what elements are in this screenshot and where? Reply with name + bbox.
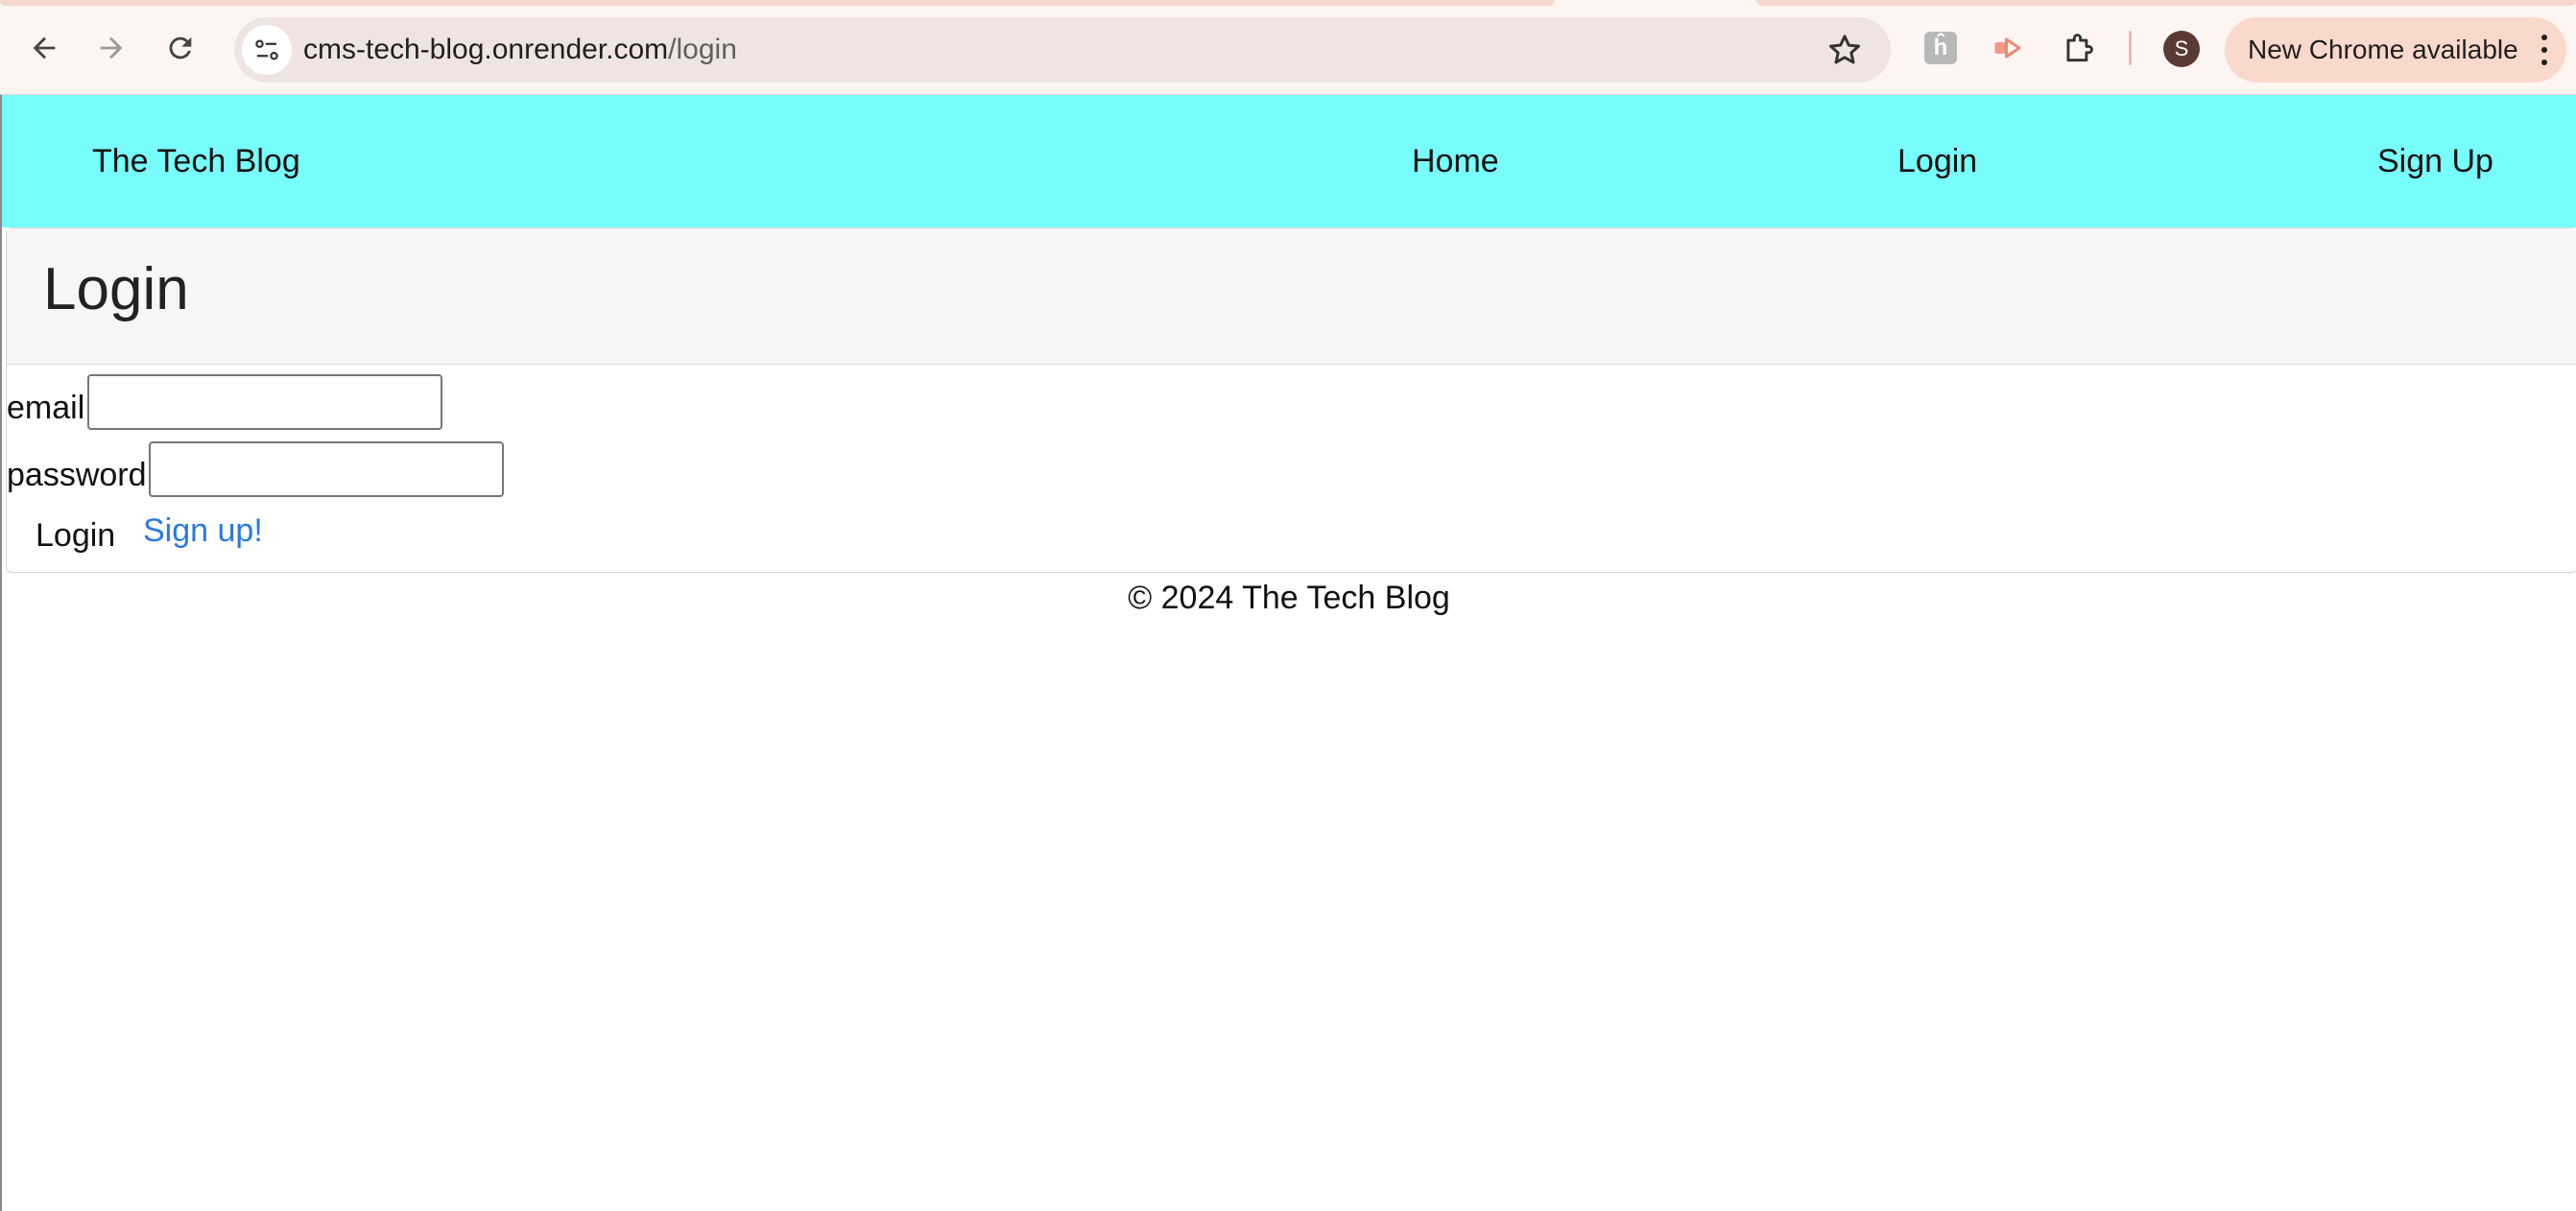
- login-card-header: Login: [7, 228, 2576, 365]
- back-button[interactable]: [17, 21, 71, 75]
- nav-link-login[interactable]: Login: [1897, 95, 1977, 227]
- update-label: New Chrome available: [2248, 35, 2518, 64]
- password-label: password: [7, 457, 147, 493]
- page-title: Login: [43, 256, 189, 322]
- site-footer: © 2024 The Tech Blog: [1128, 580, 1450, 616]
- extension-arrow-icon: [1994, 37, 2021, 59]
- email-field[interactable]: [87, 374, 442, 430]
- site-brand[interactable]: The Tech Blog: [92, 95, 300, 227]
- email-label: email: [7, 390, 85, 426]
- forward-arrow-icon: [100, 36, 123, 59]
- extension-h-button[interactable]: ĥ: [1921, 29, 1960, 67]
- extensions-button[interactable]: [2060, 29, 2098, 67]
- extension-arrow-button[interactable]: [1989, 29, 2027, 67]
- url-text[interactable]: cms-tech-blog.onrender.com/login: [303, 17, 737, 83]
- login-button[interactable]: Login: [30, 512, 121, 558]
- star-icon[interactable]: [1825, 31, 1864, 69]
- reload-icon: [169, 36, 192, 59]
- site-navbar: The Tech Blog Home Login Sign Up: [2, 95, 2576, 227]
- page-viewport: The Tech Blog Home Login Sign Up Login e…: [0, 95, 2576, 1211]
- site-info-button[interactable]: [242, 25, 292, 75]
- url-host: cms-tech-blog.onrender.com: [303, 34, 669, 65]
- reload-button[interactable]: [154, 21, 207, 75]
- back-arrow-icon: [33, 36, 56, 59]
- nav-link-home[interactable]: Home: [1412, 95, 1499, 227]
- kebab-menu-icon[interactable]: [2540, 35, 2549, 65]
- puzzle-icon: [2066, 34, 2093, 62]
- password-field[interactable]: [149, 441, 504, 497]
- extension-h-icon: ĥ: [1924, 32, 1957, 64]
- url-path: /login: [668, 34, 737, 65]
- login-card: Login email password Login Sign up!: [6, 227, 2576, 573]
- toolbar-divider: [2129, 31, 2132, 65]
- inactive-tab-edge: [1756, 0, 2576, 6]
- browser-toolbar: cms-tech-blog.onrender.com/login ĥ S New…: [0, 0, 2576, 95]
- nav-link-sign-up[interactable]: Sign Up: [2377, 95, 2493, 227]
- forward-button[interactable]: [84, 21, 138, 75]
- active-tab-edge: [0, 0, 1555, 6]
- address-bar[interactable]: cms-tech-blog.onrender.com/login: [234, 17, 1891, 83]
- sign-up-link[interactable]: Sign up!: [143, 512, 263, 550]
- site-info-icon: [255, 39, 278, 60]
- new-chrome-available-button[interactable]: New Chrome available: [2225, 17, 2566, 83]
- profile-avatar[interactable]: S: [2163, 31, 2200, 67]
